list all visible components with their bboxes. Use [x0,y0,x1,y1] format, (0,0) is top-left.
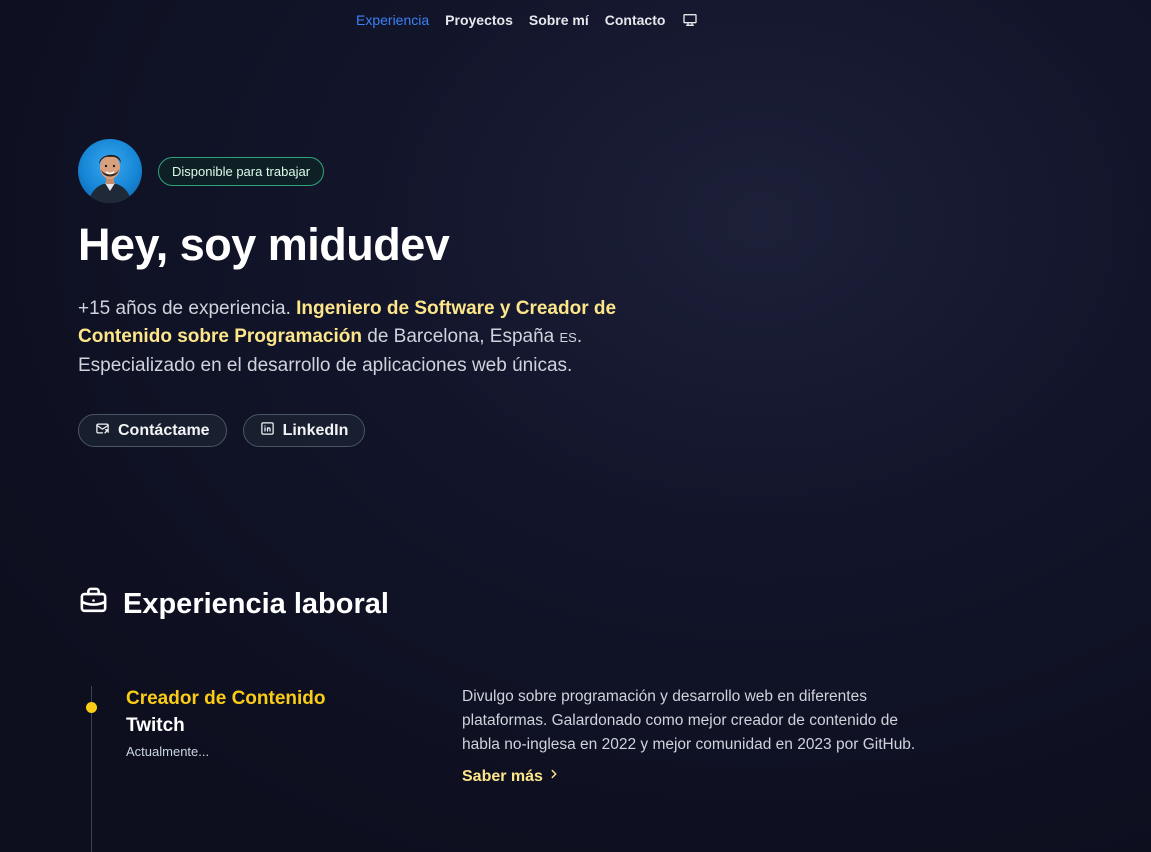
avatar-row: Disponible para trabajar [78,139,698,203]
availability-badge: Disponible para trabajar [158,156,325,186]
mail-icon [95,421,110,441]
contact-button-label: Contáctame [118,421,210,439]
hero-section: Disponible para trabajar Hey, soy midude… [78,139,698,447]
hero-buttons: Contáctame LinkedIn [78,414,698,447]
saber-mas-link[interactable]: Saber más [462,767,561,786]
nav-item-contacto[interactable]: Contacto [605,12,666,28]
intro-text-2: de Barcelona, España [361,326,560,347]
hero-title: Hey, soy midudev [78,219,450,270]
nav-item-proyectos[interactable]: Proyectos [445,12,513,28]
chevron-right-icon [547,767,561,786]
nav-item-sobre-mi[interactable]: Sobre mí [529,12,589,28]
linkedin-icon [260,421,275,441]
job-company: Twitch [126,715,185,736]
intro-text-1: +15 años de experiencia. [78,298,297,319]
avatar [78,139,142,203]
experience-heading: Experiencia laboral [78,585,389,624]
job-description: Divulgo sobre programación y desarrollo … [462,688,916,753]
job-details: Divulgo sobre programación y desarrollo … [462,685,932,786]
job-role: Creador de Contenido [126,688,326,709]
job-date: Actualmente... [126,744,210,759]
briefcase-icon [78,585,109,624]
timeline-dot [86,702,97,713]
saber-mas-label: Saber más [462,767,543,785]
hero-intro: +15 años de experiencia. Ingeniero de So… [78,295,678,380]
linkedin-button[interactable]: LinkedIn [242,414,366,447]
contact-button[interactable]: Contáctame [78,414,227,447]
job-header: Creador de Contenido Twitch Actualmente.… [126,686,326,759]
nav-item-experiencia[interactable]: Experiencia [356,12,429,28]
experience-title: Experiencia laboral [123,588,389,620]
monitor-icon[interactable] [681,12,699,28]
spain-flag-label: ES [559,330,577,345]
top-nav: Experiencia Proyectos Sobre mí Contacto [356,12,699,28]
linkedin-button-label: LinkedIn [282,421,349,439]
